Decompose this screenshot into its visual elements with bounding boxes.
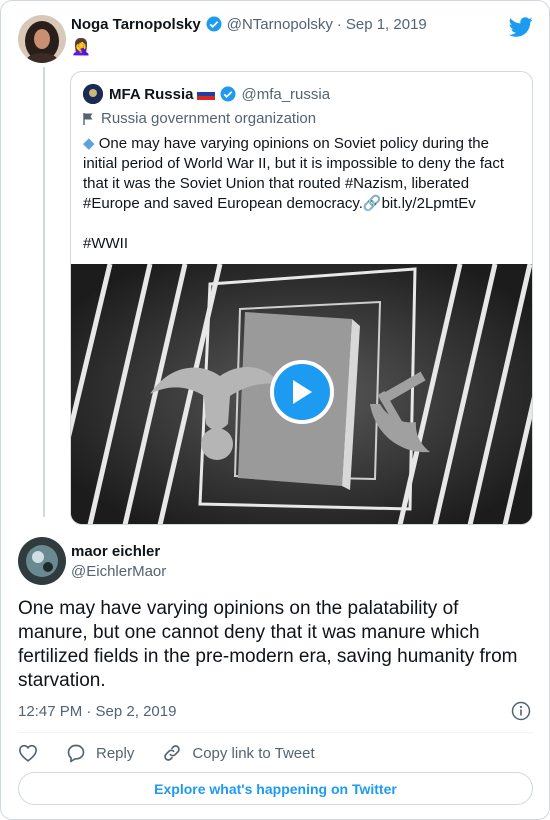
divider xyxy=(18,732,533,733)
diamond-icon: ◆ xyxy=(83,135,95,152)
quoted-author-name[interactable]: MFA Russia xyxy=(109,86,193,103)
verified-badge-icon xyxy=(220,86,236,102)
quoted-hashtag[interactable]: #WWII xyxy=(83,235,128,252)
reply-tweet-text: One may have varying opinions on the pal… xyxy=(18,598,518,691)
separator-dot: · xyxy=(336,15,342,33)
quoted-author-line: MFA Russia @mfa_russia xyxy=(109,85,330,103)
action-bar: Reply Copy link to Tweet xyxy=(18,743,343,763)
reply-button[interactable]: Reply xyxy=(66,743,134,763)
copy-link-button[interactable]: Copy link to Tweet xyxy=(162,743,315,763)
verified-badge-icon xyxy=(206,16,222,32)
twitter-bird-icon[interactable] xyxy=(509,15,533,39)
thread-line xyxy=(43,67,45,517)
reply-author-avatar[interactable] xyxy=(18,537,66,585)
russia-flag-icon xyxy=(197,88,216,100)
link-icon xyxy=(164,745,181,761)
flag-icon xyxy=(83,112,93,125)
heart-icon xyxy=(18,744,38,762)
reply-icon xyxy=(67,744,85,763)
reply-author-handle[interactable]: @EichlerMaor xyxy=(71,563,166,580)
quoted-link[interactable]: bit.ly/2LpmtEv xyxy=(382,195,476,212)
copy-link-label: Copy link to Tweet xyxy=(192,744,315,762)
government-label: Russia government organization xyxy=(83,110,316,127)
link-icon: 🔗 xyxy=(362,195,382,212)
reply-author-name[interactable]: maor eichler xyxy=(71,543,160,560)
video-thumbnail[interactable] xyxy=(71,264,532,524)
quoted-author-handle[interactable]: @mfa_russia xyxy=(241,86,330,103)
author-avatar[interactable] xyxy=(18,15,66,63)
quoted-tweet[interactable]: MFA Russia @mfa_russia Russia government… xyxy=(70,71,533,525)
explore-button[interactable]: Explore what's happening on Twitter xyxy=(18,772,533,805)
author-line: Noga Tarnopolsky @NTarnopolsky · Sep 1, … xyxy=(71,15,427,33)
tweet-timestamp[interactable]: 12:47 PM · Sep 2, 2019 xyxy=(18,703,176,720)
quoted-author-avatar[interactable] xyxy=(83,84,103,104)
author-handle[interactable]: @NTarnopolsky xyxy=(227,16,333,33)
quoted-tweet-text: ◆ One may have varying opinions on Sovie… xyxy=(83,134,523,214)
play-button[interactable] xyxy=(270,360,334,424)
tweet-text-emoji: 🤦‍♀️ xyxy=(71,39,91,56)
reply-label: Reply xyxy=(96,744,135,762)
tweet-embed-card: Noga Tarnopolsky @NTarnopolsky · Sep 1, … xyxy=(0,0,550,820)
tweet-date[interactable]: Sep 1, 2019 xyxy=(346,16,427,33)
author-name[interactable]: Noga Tarnopolsky xyxy=(71,16,201,33)
like-button[interactable] xyxy=(18,744,38,762)
play-icon xyxy=(293,380,312,404)
government-label-text: Russia government organization xyxy=(101,110,317,127)
info-icon[interactable] xyxy=(511,701,531,721)
